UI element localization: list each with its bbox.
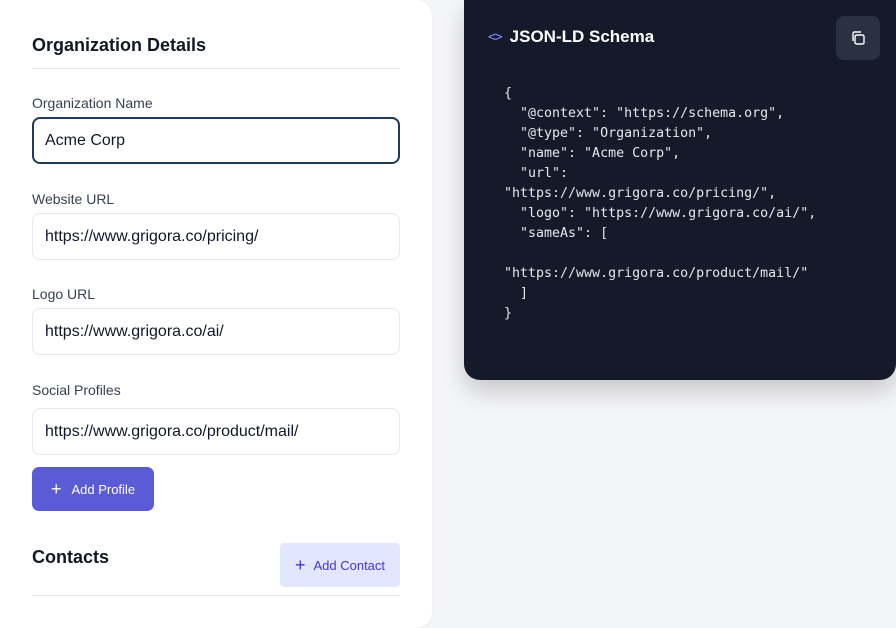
section-title-contacts: Contacts xyxy=(32,547,110,567)
code-panel-title: JSON-LD Schema xyxy=(509,27,655,46)
copy-button[interactable] xyxy=(836,16,880,60)
json-ld-code: { "@context": "https://schema.org", "@ty… xyxy=(504,86,817,321)
add-contact-button[interactable]: + Add Contact xyxy=(280,543,400,587)
plus-icon: + xyxy=(50,479,62,499)
add-contact-label: Add Contact xyxy=(313,557,386,573)
organization-name-input[interactable] xyxy=(32,117,400,164)
section-title-organization-details: Organization Details xyxy=(32,35,207,55)
section-divider xyxy=(32,68,400,69)
website-url-input[interactable] xyxy=(32,213,400,260)
add-profile-label: Add Profile xyxy=(71,481,136,497)
logo-url-label: Logo URL xyxy=(32,286,96,302)
code-brackets-icon: <> xyxy=(488,29,503,45)
organization-name-label: Organization Name xyxy=(32,95,153,111)
logo-url-input[interactable] xyxy=(32,308,400,355)
plus-icon: + xyxy=(294,555,306,575)
organization-form-card: Organization Details Organization Name W… xyxy=(0,0,432,628)
code-panel-header: <> JSON-LD Schema xyxy=(488,27,654,47)
copy-icon xyxy=(852,31,865,45)
add-profile-button[interactable]: + Add Profile xyxy=(32,467,154,511)
contacts-divider xyxy=(32,595,400,596)
social-profile-input[interactable] xyxy=(32,408,400,455)
social-profiles-label: Social Profiles xyxy=(32,382,121,398)
json-ld-schema-panel: <> JSON-LD Schema { "@context": "https:/… xyxy=(464,0,896,380)
website-url-label: Website URL xyxy=(32,191,115,207)
